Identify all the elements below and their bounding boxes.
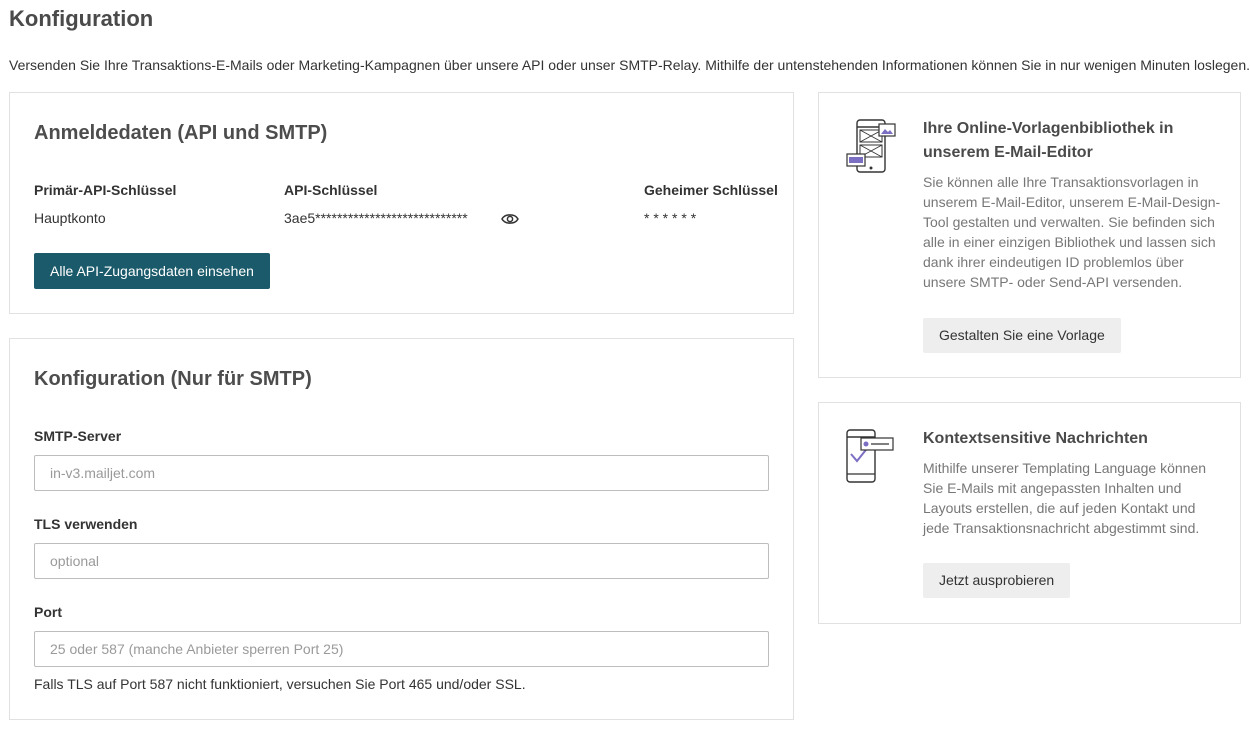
- template-library-card: Ihre Online-Vorlagenbibliothek in unsere…: [818, 92, 1241, 378]
- contextual-messages-card: Kontextsensitive Nachrichten Mithilfe un…: [818, 402, 1241, 624]
- page-title: Konfiguration: [9, 6, 154, 31]
- eye-icon[interactable]: [501, 212, 519, 231]
- primary-key-header: Primär-API-Schlüssel: [34, 182, 177, 198]
- smtp-config-card: Konfiguration (Nur für SMTP) SMTP-Server…: [9, 338, 794, 720]
- view-api-credentials-button[interactable]: Alle API-Zugangsdaten einsehen: [34, 253, 270, 289]
- smtp-config-title: Konfiguration (Nur für SMTP): [34, 368, 312, 390]
- template-library-icon: [845, 118, 897, 179]
- smtp-server-label: SMTP-Server: [34, 428, 122, 444]
- api-key-value: 3ae5****************************: [284, 210, 468, 226]
- secret-key-value: * * * * * *: [644, 210, 697, 226]
- smtp-server-input[interactable]: [34, 455, 769, 491]
- page-intro: Versenden Sie Ihre Transaktions-E-Mails …: [9, 57, 1250, 73]
- try-now-button[interactable]: Jetzt ausprobieren: [923, 563, 1071, 598]
- port-label: Port: [34, 604, 62, 620]
- credentials-title: Anmeldedaten (API und SMTP): [34, 122, 328, 144]
- contextual-messages-text: Mithilfe unserer Templating Language kön…: [923, 460, 1207, 536]
- tls-input[interactable]: [34, 543, 769, 579]
- contextual-message-icon: [845, 428, 897, 489]
- design-template-button[interactable]: Gestalten Sie eine Vorlage: [923, 318, 1121, 353]
- template-library-title: Ihre Online-Vorlagenbibliothek in unsere…: [923, 120, 1174, 161]
- port-input[interactable]: [34, 631, 769, 667]
- tls-label: TLS verwenden: [34, 516, 138, 532]
- credentials-card: Anmeldedaten (API und SMTP) Primär-API-S…: [9, 92, 794, 314]
- account-name: Hauptkonto: [34, 210, 106, 226]
- api-key-header: API-Schlüssel: [284, 182, 378, 198]
- template-library-text: Sie können alle Ihre Transaktionsvorlage…: [923, 174, 1221, 290]
- port-help-text: Falls TLS auf Port 587 nicht funktionier…: [34, 676, 526, 692]
- secret-key-header: Geheimer Schlüssel: [644, 182, 778, 198]
- contextual-messages-title: Kontextsensitive Nachrichten: [923, 430, 1148, 447]
